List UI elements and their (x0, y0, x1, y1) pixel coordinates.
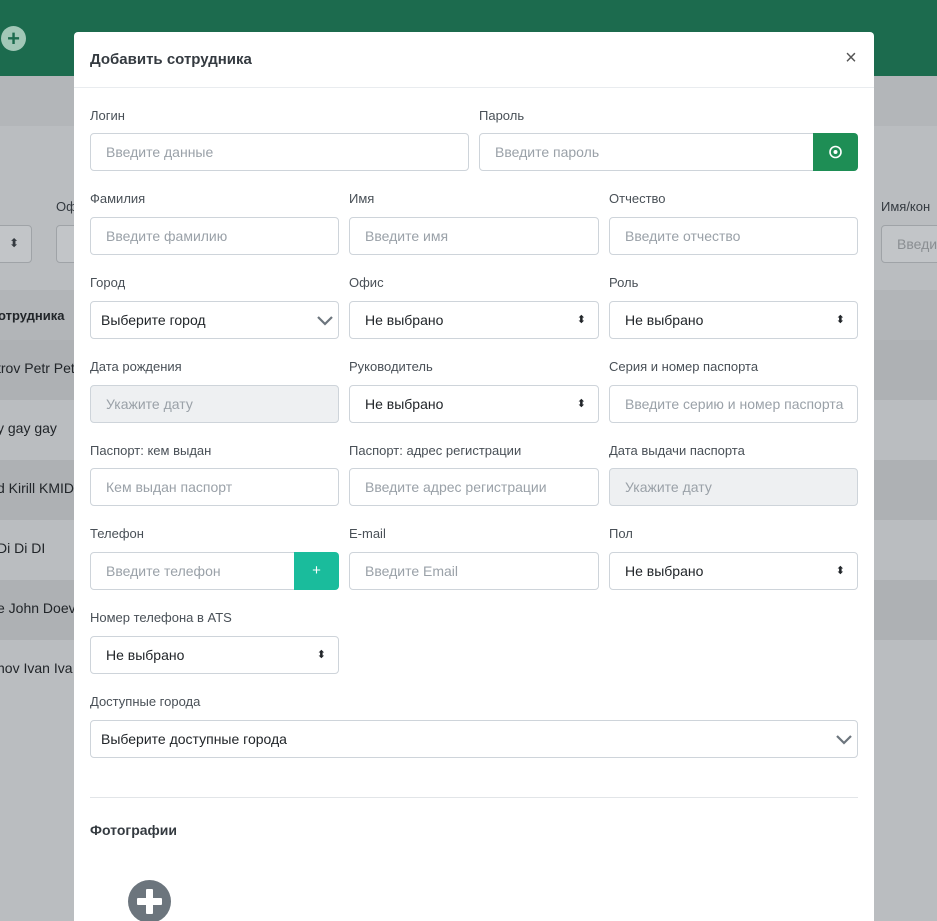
first-name-input[interactable]: Введите имя (349, 217, 599, 255)
close-icon[interactable]: × (843, 48, 859, 68)
gender-select[interactable]: Не выбрано ⬍ (609, 552, 858, 590)
passport-issue-date-input[interactable]: Укажите дату (609, 468, 858, 506)
sort-arrows-icon: ⬍ (835, 565, 845, 577)
office-select-value: Не выбрано (365, 312, 444, 328)
generate-password-button[interactable] (813, 133, 858, 171)
row-name: trov Petr Pet (0, 360, 75, 376)
available-cities-select[interactable]: Выберите доступные города (90, 720, 858, 758)
add-phone-button[interactable]: + (294, 552, 339, 590)
email-input[interactable]: Введите Email (349, 552, 599, 590)
add-employee-modal: Добавить сотрудника × Логин Введите данн… (74, 32, 874, 921)
last-name-input[interactable]: Введите фамилию (90, 217, 339, 255)
filter-label-name: Имя/кон (881, 199, 931, 214)
office-label: Офис (349, 275, 384, 290)
passport-issue-date-label: Дата выдачи паспорта (609, 443, 745, 458)
patronymic-input[interactable]: Введите отчество (609, 217, 858, 255)
chevron-down-icon (317, 316, 333, 326)
modal-title: Добавить сотрудника (90, 51, 252, 68)
last-name-label: Фамилия (90, 191, 146, 206)
sort-arrows-icon: ⬍ (576, 314, 586, 326)
patronymic-label: Отчество (609, 191, 666, 206)
login-input[interactable]: Введите данные (90, 133, 469, 171)
gender-select-value: Не выбрано (625, 563, 704, 579)
generate-icon (829, 145, 842, 159)
passport-address-label: Паспорт: адрес регистрации (349, 443, 522, 458)
password-label: Пароль (479, 108, 525, 123)
sort-arrows-icon: ⬍ (316, 649, 326, 661)
ats-phone-select-value: Не выбрано (106, 647, 185, 663)
phone-input[interactable]: Введите телефон (90, 552, 295, 590)
role-select[interactable]: Не выбрано ⬍ (609, 301, 858, 339)
row-name: e John Doev (0, 600, 76, 616)
available-cities-label: Доступные города (90, 694, 201, 709)
sort-arrows-icon: ⬍ (576, 398, 586, 410)
row-name: nov Ivan Iva (0, 660, 73, 676)
passport-issued-by-label: Паспорт: кем выдан (90, 443, 212, 458)
city-select[interactable]: Выберите город (90, 301, 339, 339)
available-cities-value: Выберите доступные города (101, 731, 287, 747)
passport-number-input[interactable]: Введите серию и номер паспорта (609, 385, 858, 423)
office-select[interactable]: Не выбрано ⬍ (349, 301, 599, 339)
section-divider (90, 797, 858, 798)
birth-date-label: Дата рождения (90, 359, 182, 374)
filter-name-input[interactable]: Введи (881, 225, 937, 263)
manager-select[interactable]: Не выбрано ⬍ (349, 385, 599, 423)
city-select-value: Выберите город (101, 312, 206, 328)
passport-issued-by-input[interactable]: Кем выдан паспорт (90, 468, 339, 506)
password-input[interactable]: Введите пароль (479, 133, 814, 171)
role-select-value: Не выбрано (625, 312, 704, 328)
chevron-down-icon (836, 735, 852, 745)
city-label: Город (90, 275, 126, 290)
row-name: Di Di DI (0, 540, 46, 556)
login-label: Логин (90, 108, 125, 123)
manager-label: Руководитель (349, 359, 433, 374)
ats-phone-select[interactable]: Не выбрано ⬍ (90, 636, 339, 674)
sort-icon: ⬍ (9, 236, 20, 250)
phone-label: Телефон (90, 526, 144, 541)
birth-date-input[interactable]: Укажите дату (90, 385, 339, 423)
ats-phone-label: Номер телефона в ATS (90, 610, 232, 625)
email-label: E-mail (349, 526, 386, 541)
first-name-label: Имя (349, 191, 375, 206)
column-header-employee: отрудника (0, 308, 65, 323)
row-name: y gay gay (0, 420, 57, 436)
row-name: d Kirill KMID (0, 480, 75, 496)
manager-select-value: Не выбрано (365, 396, 444, 412)
photos-title: Фотографии (90, 822, 178, 838)
passport-number-label: Серия и номер паспорта (609, 359, 759, 374)
passport-address-input[interactable]: Введите адрес регистрации (349, 468, 599, 506)
sort-arrows-icon: ⬍ (835, 314, 845, 326)
modal-header: Добавить сотрудника × (74, 32, 874, 88)
gender-label: Пол (609, 526, 633, 541)
role-label: Роль (609, 275, 639, 290)
add-photo-button[interactable] (128, 880, 171, 921)
add-circle-icon[interactable]: + (1, 26, 26, 51)
